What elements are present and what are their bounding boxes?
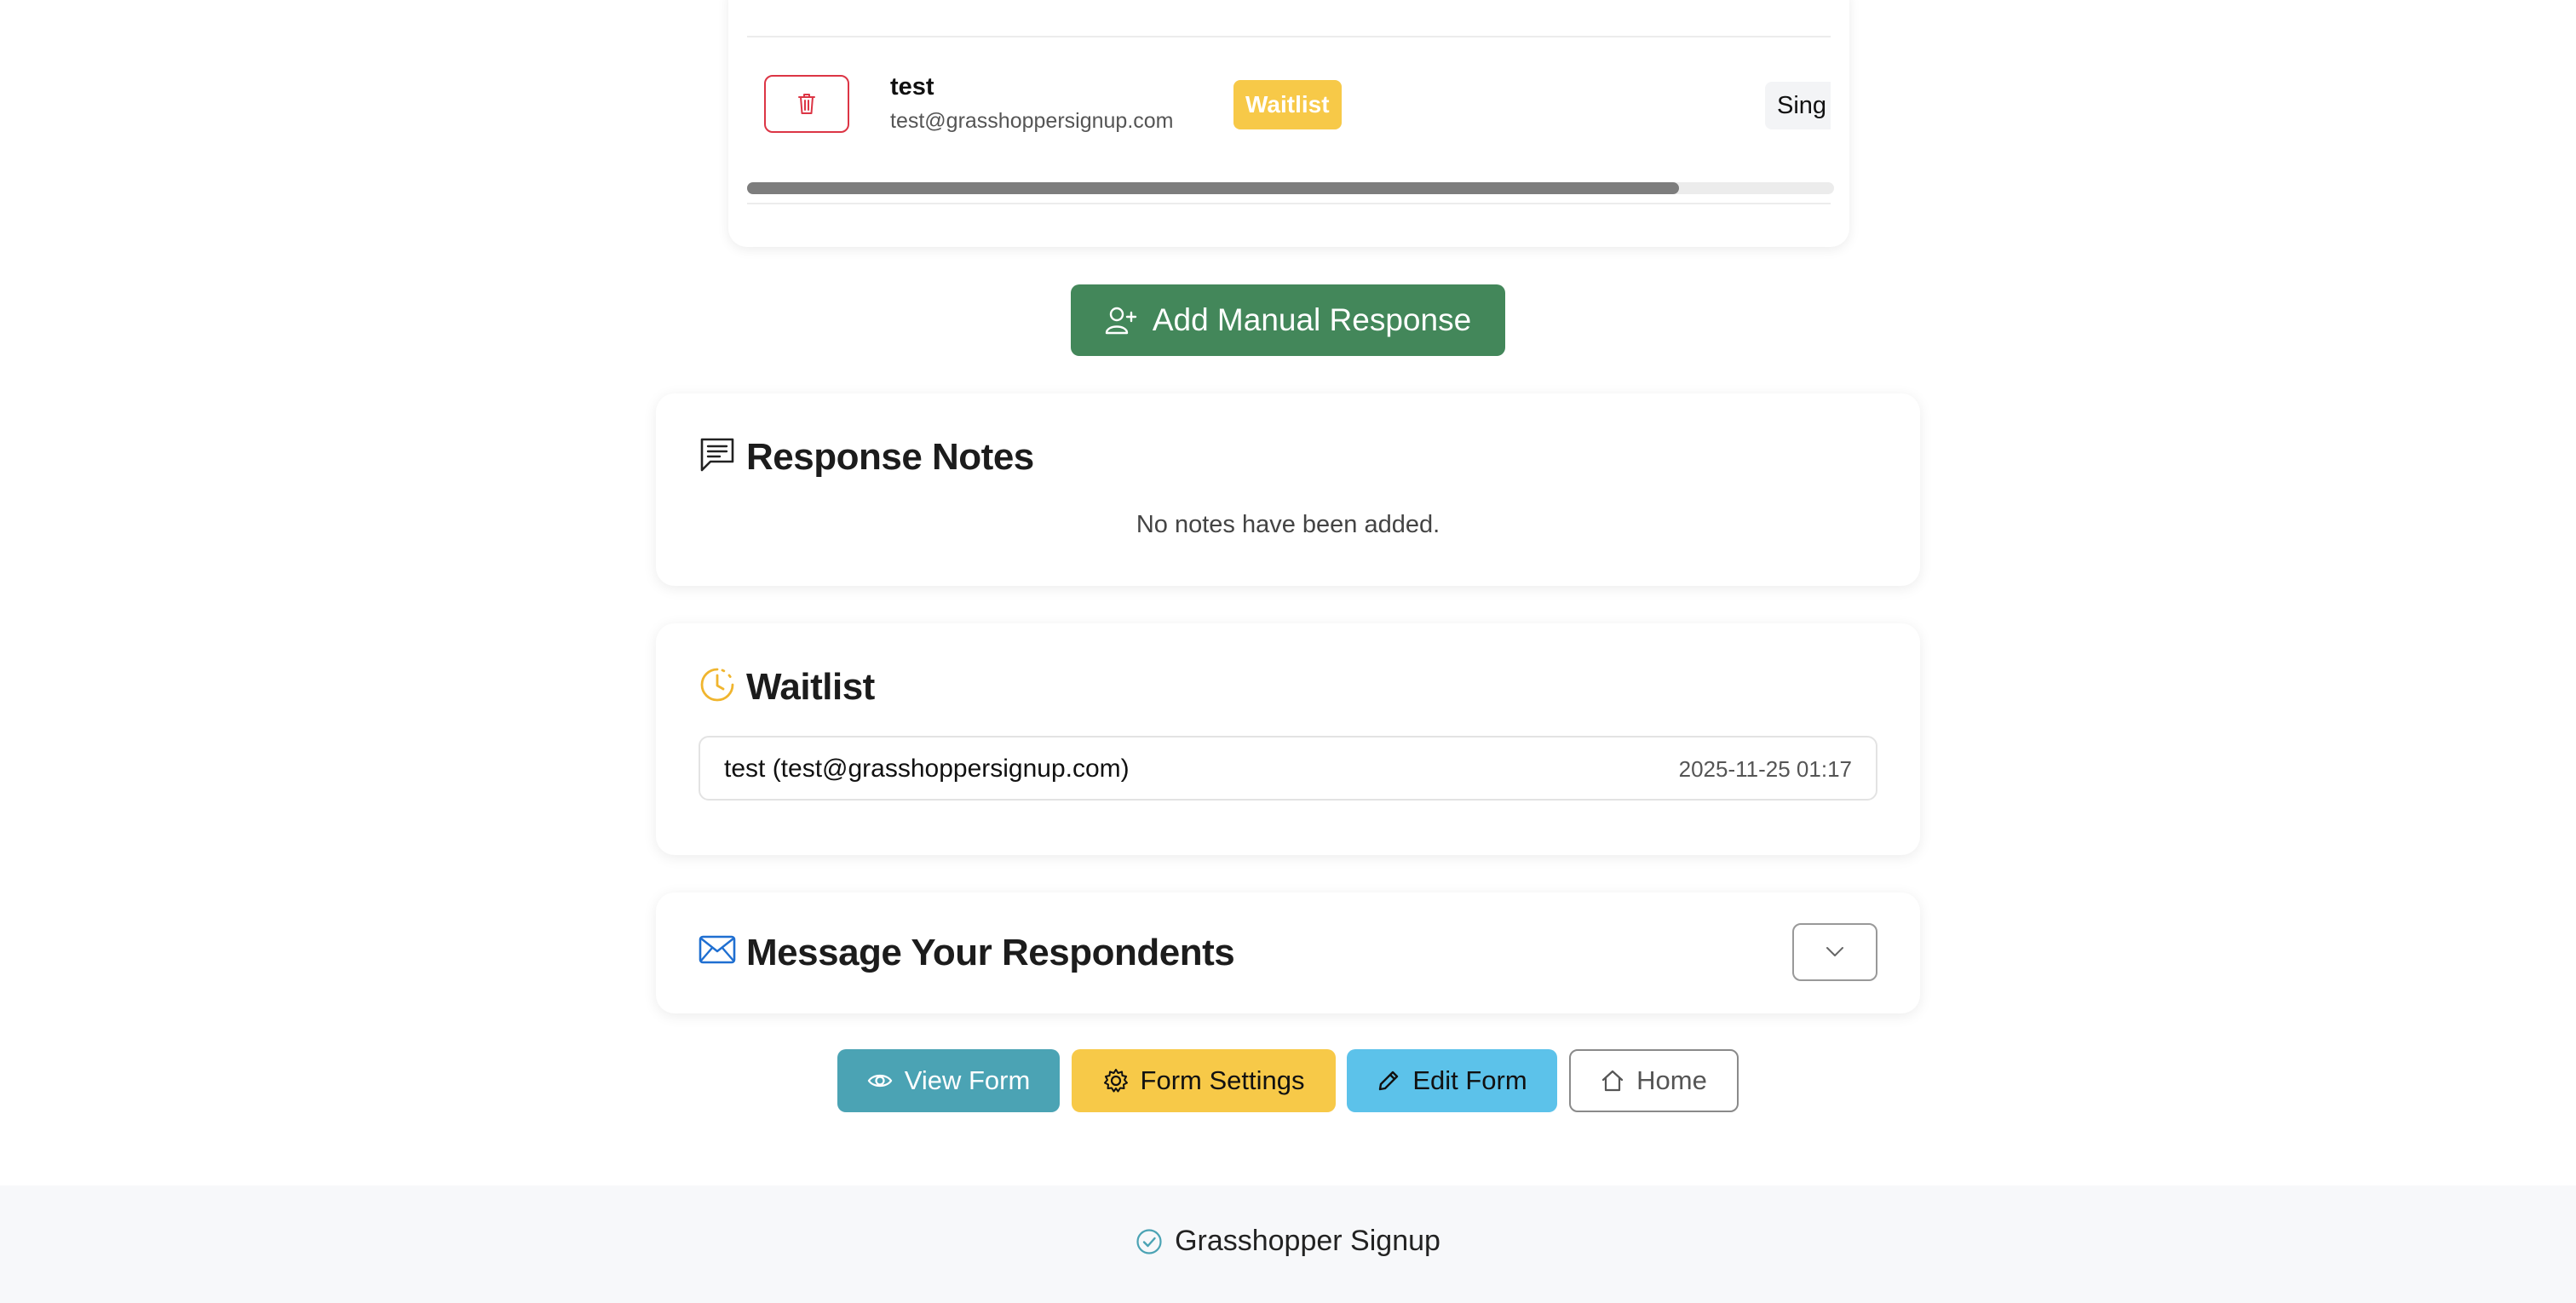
notes-empty-text: No notes have been added. [1136, 511, 1440, 538]
view-form-button[interactable]: View Form [837, 1049, 1060, 1112]
check-circle-icon [1136, 1228, 1162, 1254]
expand-toggle-button[interactable] [1792, 923, 1877, 981]
message-respondents-section: Message Your Respondents [656, 893, 1920, 1013]
horizontal-scrollbar[interactable] [747, 182, 1834, 194]
house-icon [1602, 1070, 1624, 1092]
section-title: Response Notes [746, 436, 1034, 478]
section-title: Message Your Respondents [746, 932, 1235, 973]
form-actions: View Form Form Settings Edit Form Home [0, 1049, 2576, 1112]
envelope-icon [699, 935, 736, 964]
waitlist-section: Waitlist test (test@grasshoppersignup.co… [656, 623, 1920, 855]
section-title: Waitlist [746, 666, 875, 708]
status-badge: Waitlist [1233, 80, 1342, 129]
add-user-icon [1105, 307, 1137, 335]
clock-history-icon [700, 668, 734, 702]
edit-form-button[interactable]: Edit Form [1347, 1049, 1557, 1112]
delete-response-button[interactable] [764, 75, 849, 133]
list-item: test (test@grasshoppersignup.com) 2025-1… [699, 736, 1877, 801]
response-notes-section: Response Notes No notes have been added. [656, 393, 1920, 586]
trash-icon [798, 94, 815, 114]
responses-table-card: test test@grasshoppersignup.com Waitlist… [728, 0, 1849, 247]
table-divider [747, 36, 1831, 37]
gear-icon [1103, 1069, 1128, 1093]
scrollbar-thumb[interactable] [747, 182, 1679, 194]
brand-name: Grasshopper Signup [1175, 1225, 1440, 1257]
pencil-icon [1379, 1071, 1399, 1091]
form-settings-button[interactable]: Form Settings [1072, 1049, 1336, 1112]
footer-brand: Grasshopper Signup [0, 1225, 2576, 1258]
waitlist-person: test (test@grasshoppersignup.com) [724, 755, 1130, 783]
respondent-email: test@grasshoppersignup.com [890, 109, 1174, 133]
edit-form-label: Edit Form [1412, 1065, 1527, 1095]
response-type-pill: Sing [1765, 82, 1831, 129]
home-label: Home [1636, 1065, 1707, 1095]
page-footer: Grasshopper Signup [0, 1185, 2576, 1303]
table-row: test test@grasshoppersignup.com Waitlist… [728, 53, 1849, 155]
respondent-name: test [890, 73, 934, 100]
eye-icon [867, 1074, 893, 1088]
form-settings-label: Form Settings [1140, 1065, 1305, 1095]
add-manual-response-label: Add Manual Response [1152, 302, 1472, 337]
table-divider [747, 203, 1831, 204]
home-button[interactable]: Home [1569, 1049, 1739, 1112]
add-manual-response-button[interactable]: Add Manual Response [1071, 284, 1505, 356]
view-form-label: View Form [904, 1065, 1031, 1095]
chevron-down-icon [1826, 947, 1843, 956]
waitlist-timestamp: 2025-11-25 01:17 [1678, 756, 1852, 782]
chat-left-text-icon [700, 438, 734, 472]
